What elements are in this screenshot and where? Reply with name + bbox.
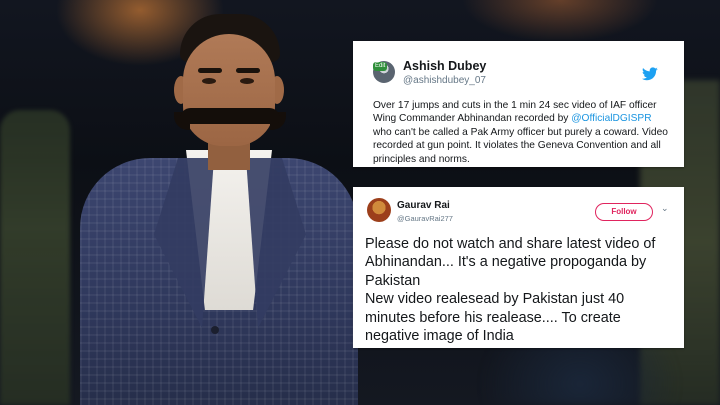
chevron-down-icon[interactable]: ⌄ xyxy=(661,203,669,214)
tweet-author-handle[interactable]: @GauravRai277 xyxy=(397,214,453,223)
blazer-button xyxy=(211,326,219,334)
tweet-body: Over 17 jumps and cuts in the 1 min 24 s… xyxy=(373,99,672,166)
tweet-author-name[interactable]: Gaurav Rai xyxy=(397,200,450,211)
tweet-body: Please do not watch and share latest vid… xyxy=(365,236,656,345)
tweet-card-gaurav-rai[interactable]: Gaurav Rai @GauravRai277 Follow ⌄ Please… xyxy=(353,187,684,348)
follow-button[interactable]: Follow xyxy=(595,203,653,221)
twitter-bird-icon[interactable] xyxy=(642,67,658,81)
eye-left xyxy=(202,78,216,84)
avatar[interactable] xyxy=(367,198,391,222)
eye-right xyxy=(240,78,254,84)
mention-link[interactable]: @OfficialDGISPR xyxy=(571,113,651,124)
tweet-author-handle[interactable]: @ashishdubey_07 xyxy=(403,75,486,86)
tweet-header: Edit Ashish Dubey @ashishdubey_07 xyxy=(365,51,672,86)
background-soldier-left xyxy=(0,110,70,405)
eyebrow-left xyxy=(198,68,222,73)
officer-photo xyxy=(70,0,360,405)
tweet-author-name[interactable]: Ashish Dubey xyxy=(403,59,486,73)
tweet-text-part: who can't be called a Pak Army officer b… xyxy=(373,126,668,165)
face xyxy=(183,34,275,146)
eyebrow-right xyxy=(236,68,260,73)
avatar-edit-badge: Edit xyxy=(373,62,388,71)
mustache xyxy=(180,108,280,124)
tweet-card-ashish-dubey[interactable]: Edit Ashish Dubey @ashishdubey_07 Over 1… xyxy=(353,41,684,167)
